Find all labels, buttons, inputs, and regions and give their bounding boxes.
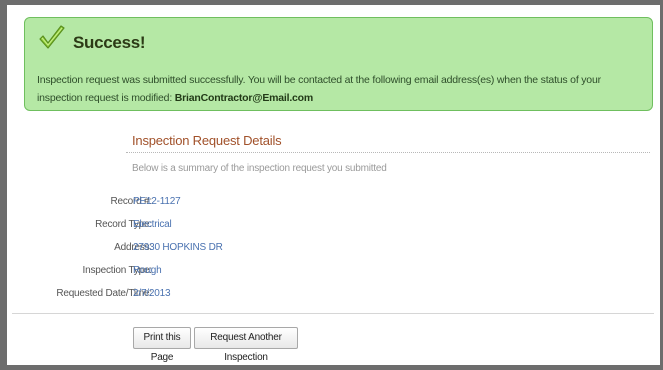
address-value: 27930 HOPKINS DR <box>133 242 223 253</box>
section-divider <box>126 152 650 153</box>
button-divider <box>12 313 654 314</box>
request-another-inspection-button[interactable]: Request Another Inspection <box>194 327 298 363</box>
success-message: Inspection request was submitted success… <box>37 74 601 104</box>
inspection-type-value: Rough <box>133 265 162 276</box>
record-number-value: PE12-1127 <box>133 196 181 207</box>
record-number-row: Record #: PE12-1127 <box>0 196 663 210</box>
success-message-box: Success! Inspection request was submitte… <box>24 17 653 111</box>
success-text: Inspection request was submitted success… <box>37 71 643 107</box>
print-page-button[interactable]: Print this Page <box>133 327 191 363</box>
success-title: Success! <box>73 33 146 52</box>
requested-date-row: Requested Date/Time: 2/7/2013 <box>0 288 663 302</box>
details-section-title: Inspection Request Details <box>132 133 282 148</box>
record-type-value: Electrical <box>133 219 172 230</box>
inspection-type-row: Inspection Type: Rough <box>0 265 663 279</box>
checkmark-icon <box>39 25 65 49</box>
requested-date-value: 2/7/2013 <box>133 288 171 299</box>
success-email: BrianContractor@Email.com <box>174 92 314 104</box>
record-type-row: Record Type: Electrical <box>0 219 663 233</box>
details-description: Below is a summary of the inspection req… <box>132 163 387 174</box>
address-row: Address: 27930 HOPKINS DR <box>0 242 663 256</box>
